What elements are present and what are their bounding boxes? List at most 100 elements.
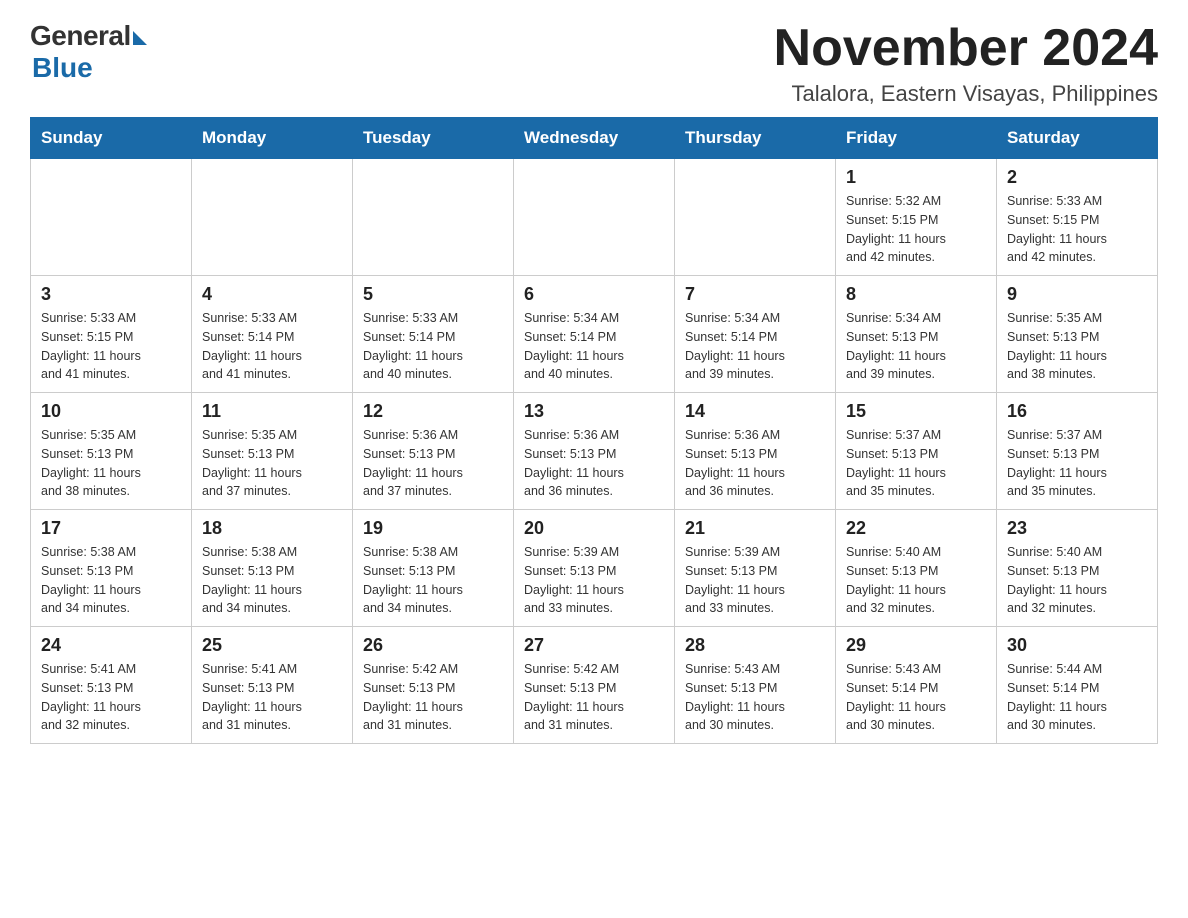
day-number: 7 (685, 284, 825, 305)
day-number: 11 (202, 401, 342, 422)
calendar-cell (192, 159, 353, 276)
calendar-week-row: 1 Sunrise: 5:32 AM Sunset: 5:15 PM Daylig… (31, 159, 1158, 276)
calendar-cell: 2 Sunrise: 5:33 AM Sunset: 5:15 PM Daylig… (997, 159, 1158, 276)
day-number: 9 (1007, 284, 1147, 305)
day-number: 23 (1007, 518, 1147, 539)
calendar-cell: 6 Sunrise: 5:34 AM Sunset: 5:14 PM Daylig… (514, 276, 675, 393)
calendar-cell: 26 Sunrise: 5:42 AM Sunset: 5:13 PM Dayli… (353, 627, 514, 744)
calendar-cell: 11 Sunrise: 5:35 AM Sunset: 5:13 PM Dayli… (192, 393, 353, 510)
day-number: 18 (202, 518, 342, 539)
calendar-cell: 19Sunrise: 5:38 AM Sunset: 5:13 PM Dayli… (353, 510, 514, 627)
day-number: 3 (41, 284, 181, 305)
calendar-cell: 10Sunrise: 5:35 AM Sunset: 5:13 PM Dayli… (31, 393, 192, 510)
day-number: 26 (363, 635, 503, 656)
day-info: Sunrise: 5:38 AM Sunset: 5:13 PM Dayligh… (202, 543, 342, 618)
calendar-cell: 18 Sunrise: 5:38 AM Sunset: 5:13 PM Dayli… (192, 510, 353, 627)
day-info: Sunrise: 5:36 AM Sunset: 5:13 PM Dayligh… (363, 426, 503, 501)
day-info: Sunrise: 5:40 AM Sunset: 5:13 PM Dayligh… (1007, 543, 1147, 618)
day-info: Sunrise: 5:33 AM Sunset: 5:15 PM Dayligh… (1007, 192, 1147, 267)
day-number: 30 (1007, 635, 1147, 656)
day-number: 15 (846, 401, 986, 422)
day-number: 28 (685, 635, 825, 656)
calendar-cell: 21 Sunrise: 5:39 AM Sunset: 5:13 PM Dayli… (675, 510, 836, 627)
calendar-cell: 13 Sunrise: 5:36 AM Sunset: 5:13 PM Dayli… (514, 393, 675, 510)
day-number: 6 (524, 284, 664, 305)
day-info: Sunrise: 5:35 AM Sunset: 5:13 PM Dayligh… (1007, 309, 1147, 384)
day-number: 4 (202, 284, 342, 305)
calendar-cell (31, 159, 192, 276)
logo: General Blue (30, 20, 147, 84)
title-section: November 2024 Talalora, Eastern Visayas,… (774, 20, 1158, 107)
calendar-cell: 20Sunrise: 5:39 AM Sunset: 5:13 PM Dayli… (514, 510, 675, 627)
logo-blue-text: Blue (32, 52, 93, 83)
calendar-cell: 15 Sunrise: 5:37 AM Sunset: 5:13 PM Dayli… (836, 393, 997, 510)
calendar-cell: 23 Sunrise: 5:40 AM Sunset: 5:13 PM Dayli… (997, 510, 1158, 627)
column-header-monday: Monday (192, 118, 353, 159)
day-number: 1 (846, 167, 986, 188)
calendar-cell: 12 Sunrise: 5:36 AM Sunset: 5:13 PM Dayli… (353, 393, 514, 510)
day-info: Sunrise: 5:34 AM Sunset: 5:13 PM Dayligh… (846, 309, 986, 384)
day-info: Sunrise: 5:37 AM Sunset: 5:13 PM Dayligh… (846, 426, 986, 501)
calendar-cell (514, 159, 675, 276)
location-title: Talalora, Eastern Visayas, Philippines (774, 81, 1158, 107)
day-info: Sunrise: 5:32 AM Sunset: 5:15 PM Dayligh… (846, 192, 986, 267)
day-number: 12 (363, 401, 503, 422)
calendar-cell: 30 Sunrise: 5:44 AM Sunset: 5:14 PM Dayli… (997, 627, 1158, 744)
column-header-sunday: Sunday (31, 118, 192, 159)
calendar-cell: 17Sunrise: 5:38 AM Sunset: 5:13 PM Dayli… (31, 510, 192, 627)
column-header-friday: Friday (836, 118, 997, 159)
day-info: Sunrise: 5:35 AM Sunset: 5:13 PM Dayligh… (202, 426, 342, 501)
day-info: Sunrise: 5:33 AM Sunset: 5:14 PM Dayligh… (202, 309, 342, 384)
day-info: Sunrise: 5:36 AM Sunset: 5:13 PM Dayligh… (685, 426, 825, 501)
day-number: 17 (41, 518, 181, 539)
logo-arrow-icon (133, 31, 147, 45)
column-header-saturday: Saturday (997, 118, 1158, 159)
day-number: 2 (1007, 167, 1147, 188)
day-number: 8 (846, 284, 986, 305)
day-info: Sunrise: 5:39 AM Sunset: 5:13 PM Dayligh… (685, 543, 825, 618)
day-number: 19 (363, 518, 503, 539)
day-number: 13 (524, 401, 664, 422)
day-number: 21 (685, 518, 825, 539)
day-info: Sunrise: 5:36 AM Sunset: 5:13 PM Dayligh… (524, 426, 664, 501)
calendar-cell: 22 Sunrise: 5:40 AM Sunset: 5:13 PM Dayli… (836, 510, 997, 627)
calendar-cell: 8 Sunrise: 5:34 AM Sunset: 5:13 PM Daylig… (836, 276, 997, 393)
calendar-cell (675, 159, 836, 276)
day-info: Sunrise: 5:42 AM Sunset: 5:13 PM Dayligh… (524, 660, 664, 735)
day-number: 24 (41, 635, 181, 656)
calendar-cell: 4 Sunrise: 5:33 AM Sunset: 5:14 PM Daylig… (192, 276, 353, 393)
day-number: 16 (1007, 401, 1147, 422)
day-info: Sunrise: 5:33 AM Sunset: 5:15 PM Dayligh… (41, 309, 181, 384)
calendar-cell: 3 Sunrise: 5:33 AM Sunset: 5:15 PM Daylig… (31, 276, 192, 393)
day-info: Sunrise: 5:43 AM Sunset: 5:13 PM Dayligh… (685, 660, 825, 735)
calendar-cell: 7 Sunrise: 5:34 AM Sunset: 5:14 PM Daylig… (675, 276, 836, 393)
day-info: Sunrise: 5:33 AM Sunset: 5:14 PM Dayligh… (363, 309, 503, 384)
day-number: 5 (363, 284, 503, 305)
calendar-table: SundayMondayTuesdayWednesdayThursdayFrid… (30, 117, 1158, 744)
calendar-cell: 9 Sunrise: 5:35 AM Sunset: 5:13 PM Daylig… (997, 276, 1158, 393)
page-header: General Blue November 2024 Talalora, Eas… (30, 20, 1158, 107)
calendar-cell: 27 Sunrise: 5:42 AM Sunset: 5:13 PM Dayli… (514, 627, 675, 744)
day-info: Sunrise: 5:34 AM Sunset: 5:14 PM Dayligh… (685, 309, 825, 384)
day-info: Sunrise: 5:42 AM Sunset: 5:13 PM Dayligh… (363, 660, 503, 735)
day-info: Sunrise: 5:34 AM Sunset: 5:14 PM Dayligh… (524, 309, 664, 384)
logo-general-text: General (30, 20, 131, 52)
calendar-cell: 25Sunrise: 5:41 AM Sunset: 5:13 PM Dayli… (192, 627, 353, 744)
day-number: 14 (685, 401, 825, 422)
column-header-thursday: Thursday (675, 118, 836, 159)
calendar-cell: 16 Sunrise: 5:37 AM Sunset: 5:13 PM Dayli… (997, 393, 1158, 510)
day-info: Sunrise: 5:41 AM Sunset: 5:13 PM Dayligh… (202, 660, 342, 735)
calendar-week-row: 24 Sunrise: 5:41 AM Sunset: 5:13 PM Dayli… (31, 627, 1158, 744)
day-info: Sunrise: 5:35 AM Sunset: 5:13 PM Dayligh… (41, 426, 181, 501)
calendar-cell: 28 Sunrise: 5:43 AM Sunset: 5:13 PM Dayli… (675, 627, 836, 744)
calendar-cell: 24Sunrise: 5:41 AM Sunset: 5:13 PM Dayli… (31, 627, 192, 744)
day-info: Sunrise: 5:37 AM Sunset: 5:13 PM Dayligh… (1007, 426, 1147, 501)
column-header-tuesday: Tuesday (353, 118, 514, 159)
day-info: Sunrise: 5:43 AM Sunset: 5:14 PM Dayligh… (846, 660, 986, 735)
day-number: 22 (846, 518, 986, 539)
column-header-wednesday: Wednesday (514, 118, 675, 159)
day-number: 27 (524, 635, 664, 656)
calendar-header-row: SundayMondayTuesdayWednesdayThursdayFrid… (31, 118, 1158, 159)
day-info: Sunrise: 5:40 AM Sunset: 5:13 PM Dayligh… (846, 543, 986, 618)
day-info: Sunrise: 5:44 AM Sunset: 5:14 PM Dayligh… (1007, 660, 1147, 735)
